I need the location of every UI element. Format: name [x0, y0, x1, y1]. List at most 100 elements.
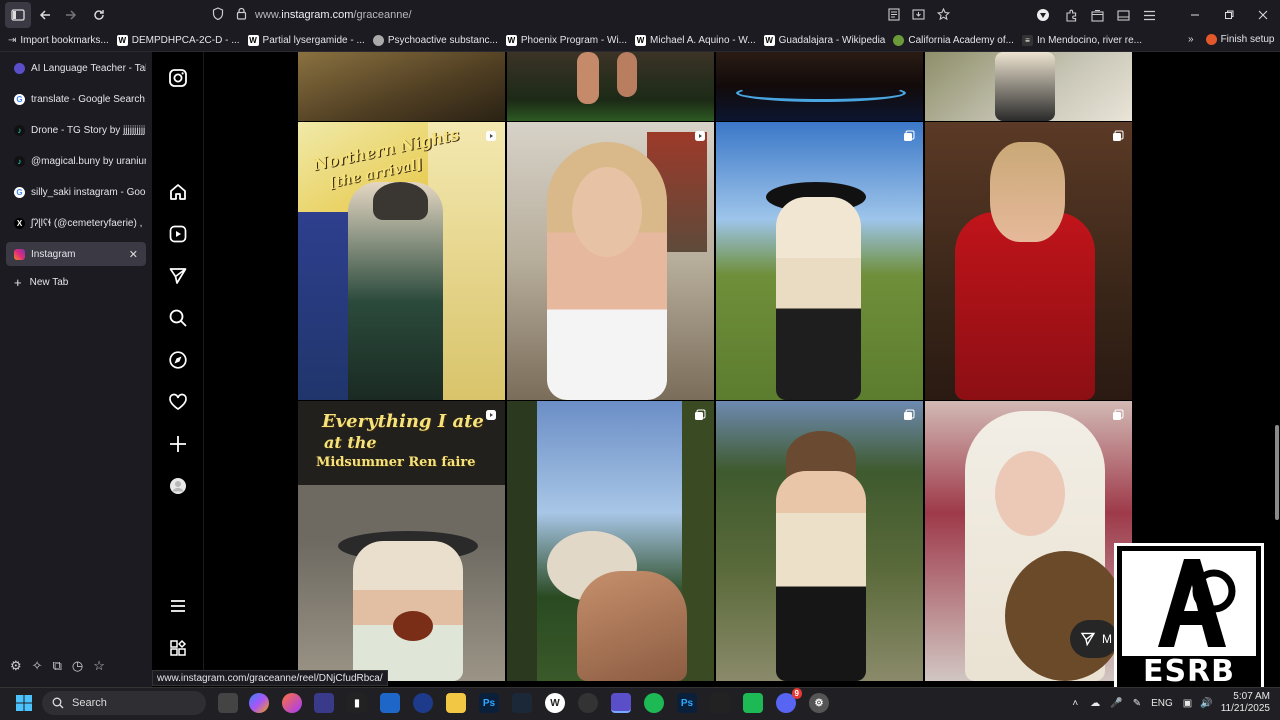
heart-icon[interactable]	[168, 392, 188, 412]
close-tab-icon[interactable]: ✕	[129, 248, 138, 261]
photoshop-alt-icon[interactable]: Ps	[677, 693, 697, 713]
notes-app-icon[interactable]	[611, 693, 631, 713]
reels-icon[interactable]	[168, 224, 188, 244]
bookmark-item[interactable]: W Michael A. Aquino - W...	[635, 35, 756, 46]
task-view-icon[interactable]	[218, 693, 238, 713]
vpn-shield-icon[interactable]	[1030, 2, 1056, 28]
bookmark-item[interactable]: W Phoenix Program - Wi...	[505, 35, 627, 46]
sidebar-toggle-icon[interactable]	[5, 2, 31, 28]
firefox-icon[interactable]	[282, 693, 302, 713]
ai-sparkle-icon[interactable]: ✧	[32, 658, 43, 674]
discord-icon[interactable]: 9	[776, 688, 802, 713]
bookmarks-bar: ⇥ Import bookmarks... W DEMPDHPCA-2C-D - .…	[0, 30, 1280, 52]
defender-icon[interactable]	[380, 693, 400, 713]
audio-app-icon[interactable]: ▮	[347, 693, 367, 713]
lock-icon[interactable]	[236, 7, 247, 23]
address-bar[interactable]: www.instagram.com/graceanne/	[212, 4, 952, 26]
close-window-icon[interactable]	[1246, 2, 1280, 28]
vpn-icon[interactable]	[314, 693, 334, 713]
messages-icon[interactable]	[168, 266, 188, 286]
photoshop-icon[interactable]: Ps	[479, 693, 499, 713]
network-icon[interactable]: ▣	[1183, 698, 1192, 709]
chevron-up-icon[interactable]: ˄	[1072, 698, 1078, 709]
post-thumbnail[interactable]	[716, 52, 923, 121]
post-thumbnail[interactable]	[716, 122, 923, 400]
sidebar-panel-icon[interactable]	[1110, 2, 1136, 28]
more-menu-icon[interactable]	[168, 596, 188, 616]
bookmark-item[interactable]: Psychoactive substanc...	[372, 35, 498, 46]
onedrive-icon[interactable]: ☁	[1090, 698, 1100, 709]
forward-button[interactable]	[58, 2, 84, 28]
reload-button[interactable]	[86, 2, 112, 28]
windows-start-icon[interactable]	[14, 693, 34, 713]
extensions-icon[interactable]	[1058, 2, 1084, 28]
apps-grid-icon[interactable]	[168, 638, 188, 658]
openai-icon[interactable]	[578, 693, 598, 713]
url-text[interactable]: www.instagram.com/graceanne/	[255, 9, 412, 21]
post-thumbnail[interactable]	[507, 401, 714, 681]
instagram-logo-icon[interactable]	[168, 68, 188, 88]
settings-gear-icon[interactable]: ⚙	[809, 693, 829, 713]
create-plus-icon[interactable]	[168, 434, 188, 454]
bookmark-item[interactable]: W Partial lysergamide - ...	[247, 35, 365, 46]
post-thumbnail[interactable]	[716, 401, 923, 681]
carousel-indicator-icon	[1113, 409, 1124, 420]
file-explorer-icon[interactable]	[446, 693, 466, 713]
wiki-app-icon[interactable]: W	[545, 693, 565, 713]
shield-icon[interactable]	[212, 7, 224, 23]
spotify-icon[interactable]	[644, 693, 664, 713]
taskbar-search[interactable]: Search	[42, 691, 206, 715]
container-icon[interactable]	[1084, 2, 1110, 28]
tab-item[interactable]: ♪ Drone - TG Story by jjjjjjjjjj	[6, 118, 146, 142]
copilot-icon[interactable]	[249, 693, 269, 713]
gaming-app-icon[interactable]	[743, 693, 763, 713]
bookmark-item[interactable]: California Academy of...	[893, 35, 1014, 46]
bookmark-item[interactable]: W Guadalajara - Wikipedia	[763, 35, 885, 46]
bookmark-item[interactable]: W DEMPDHPCA-2C-D - ...	[116, 35, 240, 46]
home-icon[interactable]	[168, 182, 188, 202]
settings-icon[interactable]: ⚙	[10, 658, 22, 674]
google-icon: G	[14, 186, 25, 198]
microphone-icon[interactable]: 🎤	[1110, 698, 1122, 709]
back-button[interactable]	[32, 2, 58, 28]
search-icon[interactable]	[168, 308, 188, 328]
pen-icon[interactable]: ✎	[1133, 698, 1141, 709]
explore-icon[interactable]	[168, 350, 188, 370]
profile-avatar[interactable]	[168, 476, 188, 496]
bookmark-item[interactable]: ⇥ Import bookmarks...	[8, 35, 109, 46]
messages-floating-button[interactable]: M	[1070, 620, 1118, 658]
tab-item[interactable]: ♪ @magical.buny by uraniun	[6, 149, 146, 173]
reader-view-icon[interactable]	[888, 8, 900, 21]
post-thumbnail[interactable]	[298, 52, 505, 121]
bookmark-item[interactable]: ≡ In Mendocino, river re...	[1021, 35, 1142, 46]
post-thumbnail[interactable]: Everything I ate at the Midsummer Ren fa…	[298, 401, 505, 681]
tab-item-active[interactable]: Instagram ✕	[6, 242, 146, 266]
bookmark-star-icon[interactable]	[937, 8, 950, 21]
volume-icon[interactable]: 🔊	[1200, 698, 1212, 709]
zoom-icon[interactable]	[413, 693, 433, 713]
post-thumbnail[interactable]	[925, 52, 1132, 121]
clock[interactable]: 5:07 AM 11/21/2025	[1221, 691, 1270, 715]
new-tab-button[interactable]: + New Tab	[6, 270, 146, 294]
menu-icon[interactable]	[1136, 2, 1162, 28]
screenshot-icon[interactable]	[912, 8, 925, 21]
post-thumbnail[interactable]	[507, 52, 714, 121]
post-thumbnail[interactable]	[925, 122, 1132, 400]
minimize-icon[interactable]	[1178, 2, 1212, 28]
terminal-icon[interactable]	[710, 693, 730, 713]
tab-item[interactable]: AI Language Teacher - Talk	[6, 56, 146, 80]
bookmarks-icon[interactable]: ☆	[93, 658, 105, 674]
steam-icon[interactable]	[512, 693, 532, 713]
chevron-double-icon[interactable]: »	[1188, 34, 1194, 45]
tab-item[interactable]: Gtranslate - Google Search	[6, 87, 146, 111]
post-thumbnail[interactable]	[507, 122, 714, 400]
maximize-icon[interactable]	[1212, 2, 1246, 28]
post-thumbnail[interactable]: Northern Nights [the arrival]	[298, 122, 505, 400]
page-scrollbar[interactable]	[1275, 425, 1279, 520]
language-indicator[interactable]: ENG	[1151, 698, 1173, 709]
bookmarks-overflow[interactable]: » Finish setup	[1188, 34, 1274, 45]
tab-item[interactable]: Xʃʔɭǀʕɬ (@cemeteryfaerie) ,	[6, 211, 146, 235]
history-icon[interactable]: ◷	[72, 658, 83, 674]
synced-tabs-icon[interactable]: ⧉	[53, 658, 62, 674]
tab-item[interactable]: Gsilly_saki instagram - Goog	[6, 180, 146, 204]
